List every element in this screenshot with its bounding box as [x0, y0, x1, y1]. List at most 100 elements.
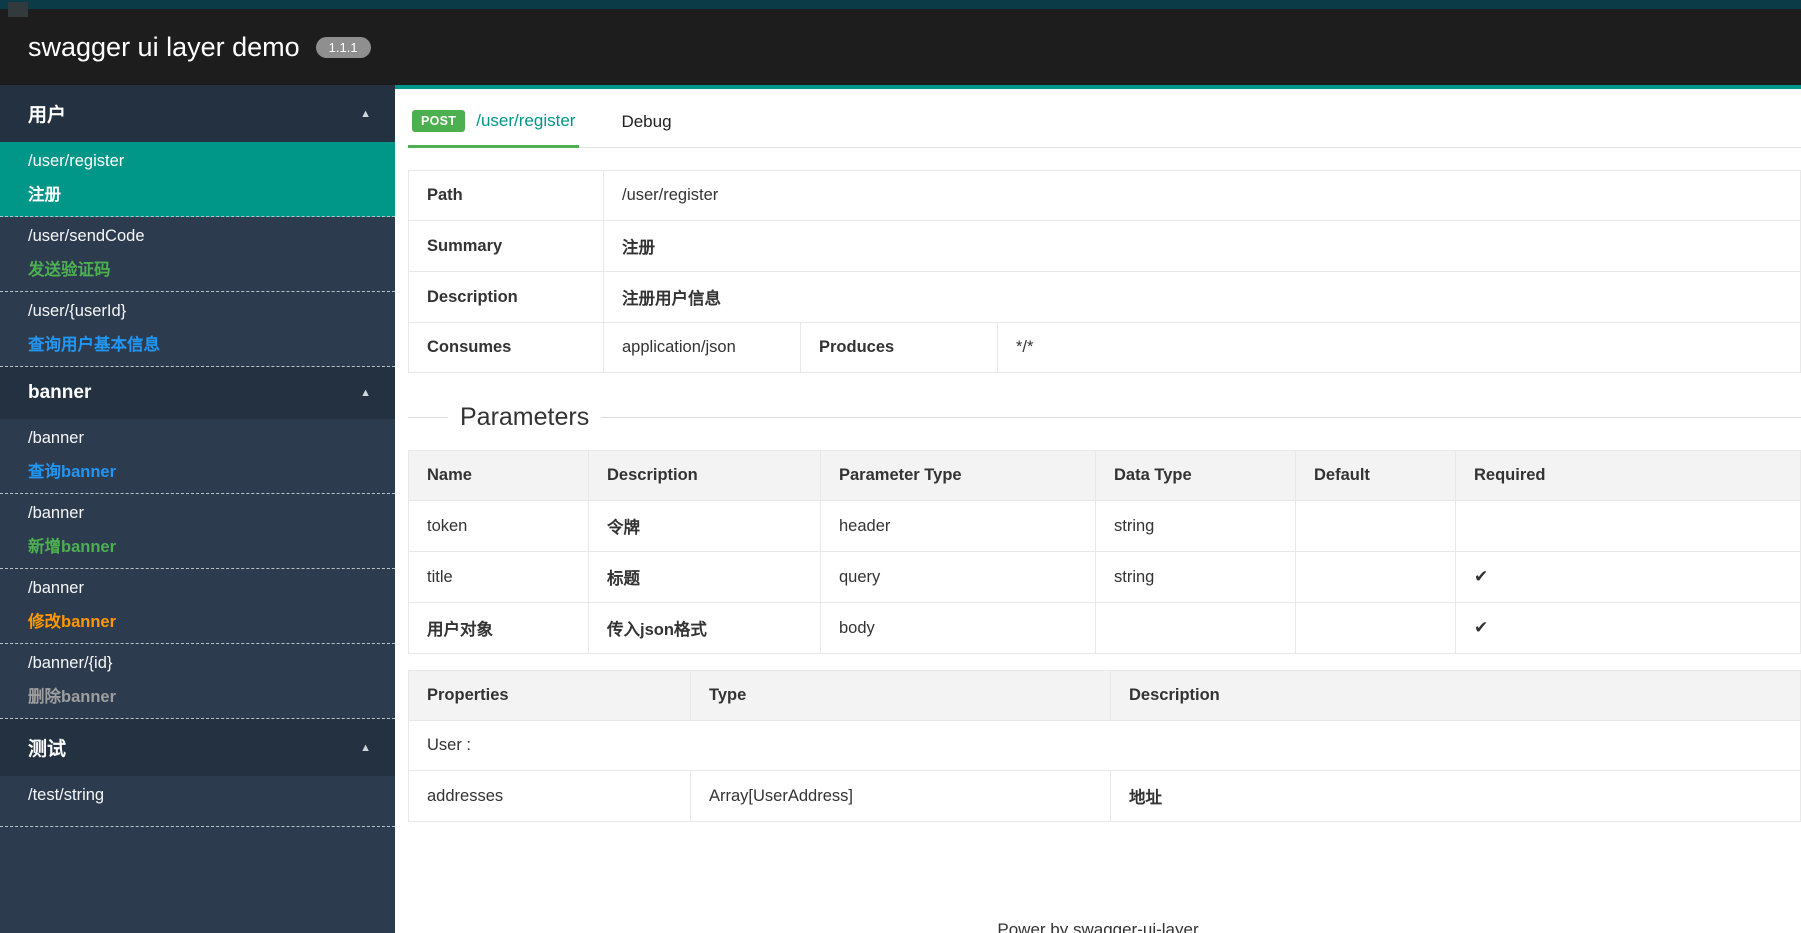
param-name: 用户对象: [408, 602, 589, 654]
endpoint-path: /user/sendCode: [28, 227, 145, 245]
sidebar-item-banner-post[interactable]: /banner 新增banner: [0, 494, 395, 569]
required-checkmark-icon: ✔: [1455, 602, 1801, 654]
sidebar-item-test-string[interactable]: /test/string: [0, 776, 395, 827]
param-type: body: [820, 602, 1096, 654]
table-row: User :: [408, 720, 1801, 771]
col-type: Type: [690, 670, 1111, 721]
parameters-table: Name Description Parameter Type Data Typ…: [408, 450, 1801, 654]
description-value: 注册用户信息: [603, 271, 1801, 323]
tab-debug[interactable]: Debug: [617, 104, 675, 148]
param-type: header: [820, 500, 1096, 552]
col-name: Name: [408, 450, 589, 501]
tab-debug-label: Debug: [621, 112, 672, 131]
sidebar-group-banner[interactable]: banner ▲: [0, 367, 395, 419]
property-name: addresses: [408, 770, 691, 822]
group-label: 测试: [28, 739, 67, 760]
endpoint-info-table: Path /user/register Summary 注册 Descripti…: [408, 170, 1801, 373]
group-label: banner: [28, 382, 92, 403]
chevron-up-icon: ▲: [360, 387, 371, 399]
sidebar-item-user-sendcode[interactable]: /user/sendCode 发送验证码: [0, 217, 395, 292]
table-row: 用户对象 传入json格式 body ✔: [408, 602, 1801, 654]
top-accent-strip: [0, 0, 1801, 9]
param-description: 传入json格式: [588, 602, 821, 654]
table-row: addresses Array[UserAddress] 地址: [408, 770, 1801, 822]
post-method-badge: POST: [412, 110, 466, 132]
endpoint-summary: 查询banner: [28, 463, 117, 481]
consumes-label: Consumes: [408, 322, 604, 373]
chevron-up-icon: ▲: [360, 741, 371, 754]
sidebar-item-user-register[interactable]: /user/register 注册: [0, 142, 395, 217]
produces-label: Produces: [800, 322, 998, 373]
detail-tabs: POST /user/register Debug: [408, 89, 1801, 148]
param-default: [1295, 500, 1456, 552]
path-label: Path: [408, 170, 604, 221]
table-row: token 令牌 header string: [408, 500, 1801, 552]
col-default: Default: [1295, 450, 1456, 501]
property-description: 地址: [1110, 770, 1801, 822]
table-row: title 标题 query string ✔: [408, 551, 1801, 603]
sidebar-group-user[interactable]: 用户 ▲: [0, 85, 395, 142]
sidebar-group-test[interactable]: 测试 ▲: [0, 719, 395, 776]
param-description: 令牌: [588, 500, 821, 552]
tab-endpoint[interactable]: POST /user/register: [408, 102, 580, 148]
endpoint-summary: 查询用户基本信息: [28, 336, 160, 354]
col-parameter-type: Parameter Type: [820, 450, 1096, 501]
version-badge: 1.1.1: [315, 36, 371, 58]
table-row: Consumes application/json Produces */*: [408, 322, 1801, 373]
endpoint-summary: 新增banner: [28, 538, 117, 556]
properties-table: Properties Type Description User : addre…: [408, 670, 1801, 822]
col-required: Required: [1455, 450, 1801, 501]
param-name: title: [408, 551, 589, 603]
param-type: query: [820, 551, 1096, 603]
sidebar-item-banner-put[interactable]: /banner 修改banner: [0, 569, 395, 644]
param-name: token: [408, 500, 589, 552]
sidebar-item-user-userid[interactable]: /user/{userId} 查询用户基本信息: [0, 292, 395, 367]
table-row: Path /user/register: [408, 170, 1801, 221]
table-header-row: Name Description Parameter Type Data Typ…: [408, 450, 1801, 501]
endpoint-summary: 修改banner: [28, 613, 117, 631]
produces-value: */*: [997, 322, 1801, 373]
param-data-type: string: [1095, 500, 1296, 552]
chevron-up-icon: ▲: [360, 107, 371, 120]
endpoint-path: /user/{userId}: [28, 302, 127, 320]
consumes-value: application/json: [603, 322, 801, 373]
endpoint-path: /banner/{id}: [28, 654, 113, 672]
table-row: Summary 注册: [408, 220, 1801, 272]
param-default: [1295, 551, 1456, 603]
endpoint-summary: 注册: [28, 186, 61, 204]
required-checkmark-icon: ✔: [1455, 551, 1801, 603]
endpoint-summary: 发送验证码: [28, 261, 111, 279]
summary-label: Summary: [408, 220, 604, 272]
endpoint-path: /banner: [28, 429, 84, 447]
api-sidebar: 用户 ▲ /user/register 注册 /user/sendCode 发送…: [0, 85, 395, 933]
tab-endpoint-label: /user/register: [476, 111, 576, 130]
model-group-label: User :: [408, 720, 1801, 771]
description-label: Description: [408, 271, 604, 323]
logo-placeholder-icon: [8, 2, 28, 17]
endpoint-path: /banner: [28, 579, 84, 597]
param-data-type: string: [1095, 551, 1296, 603]
page-title: swagger ui layer demo: [28, 31, 300, 62]
path-value: /user/register: [603, 170, 1801, 221]
endpoint-path: /banner: [28, 504, 84, 522]
col-prop-description: Description: [1110, 670, 1801, 721]
col-data-type: Data Type: [1095, 450, 1296, 501]
param-required: [1455, 500, 1801, 552]
table-row: Description 注册用户信息: [408, 271, 1801, 323]
app-header: swagger ui layer demo 1.1.1: [0, 9, 1801, 85]
col-properties: Properties: [408, 670, 691, 721]
sidebar-item-banner-delete[interactable]: /banner/{id} 删除banner: [0, 644, 395, 719]
footer-credit: Power by swagger-ui-layer: [997, 920, 1199, 933]
param-data-type: [1095, 602, 1296, 654]
endpoint-summary: 删除banner: [28, 688, 117, 706]
endpoint-path: /test/string: [28, 786, 105, 804]
group-label: 用户: [28, 105, 67, 126]
endpoint-detail-panel: POST /user/register Debug Path /user/reg…: [395, 85, 1801, 929]
param-default: [1295, 602, 1456, 654]
sidebar-item-banner-get[interactable]: /banner 查询banner: [0, 419, 395, 494]
summary-value: 注册: [603, 220, 1801, 272]
table-header-row: Properties Type Description: [408, 670, 1801, 721]
endpoint-path: /user/register: [28, 152, 125, 170]
param-description: 标题: [588, 551, 821, 603]
property-type: Array[UserAddress]: [690, 770, 1111, 822]
